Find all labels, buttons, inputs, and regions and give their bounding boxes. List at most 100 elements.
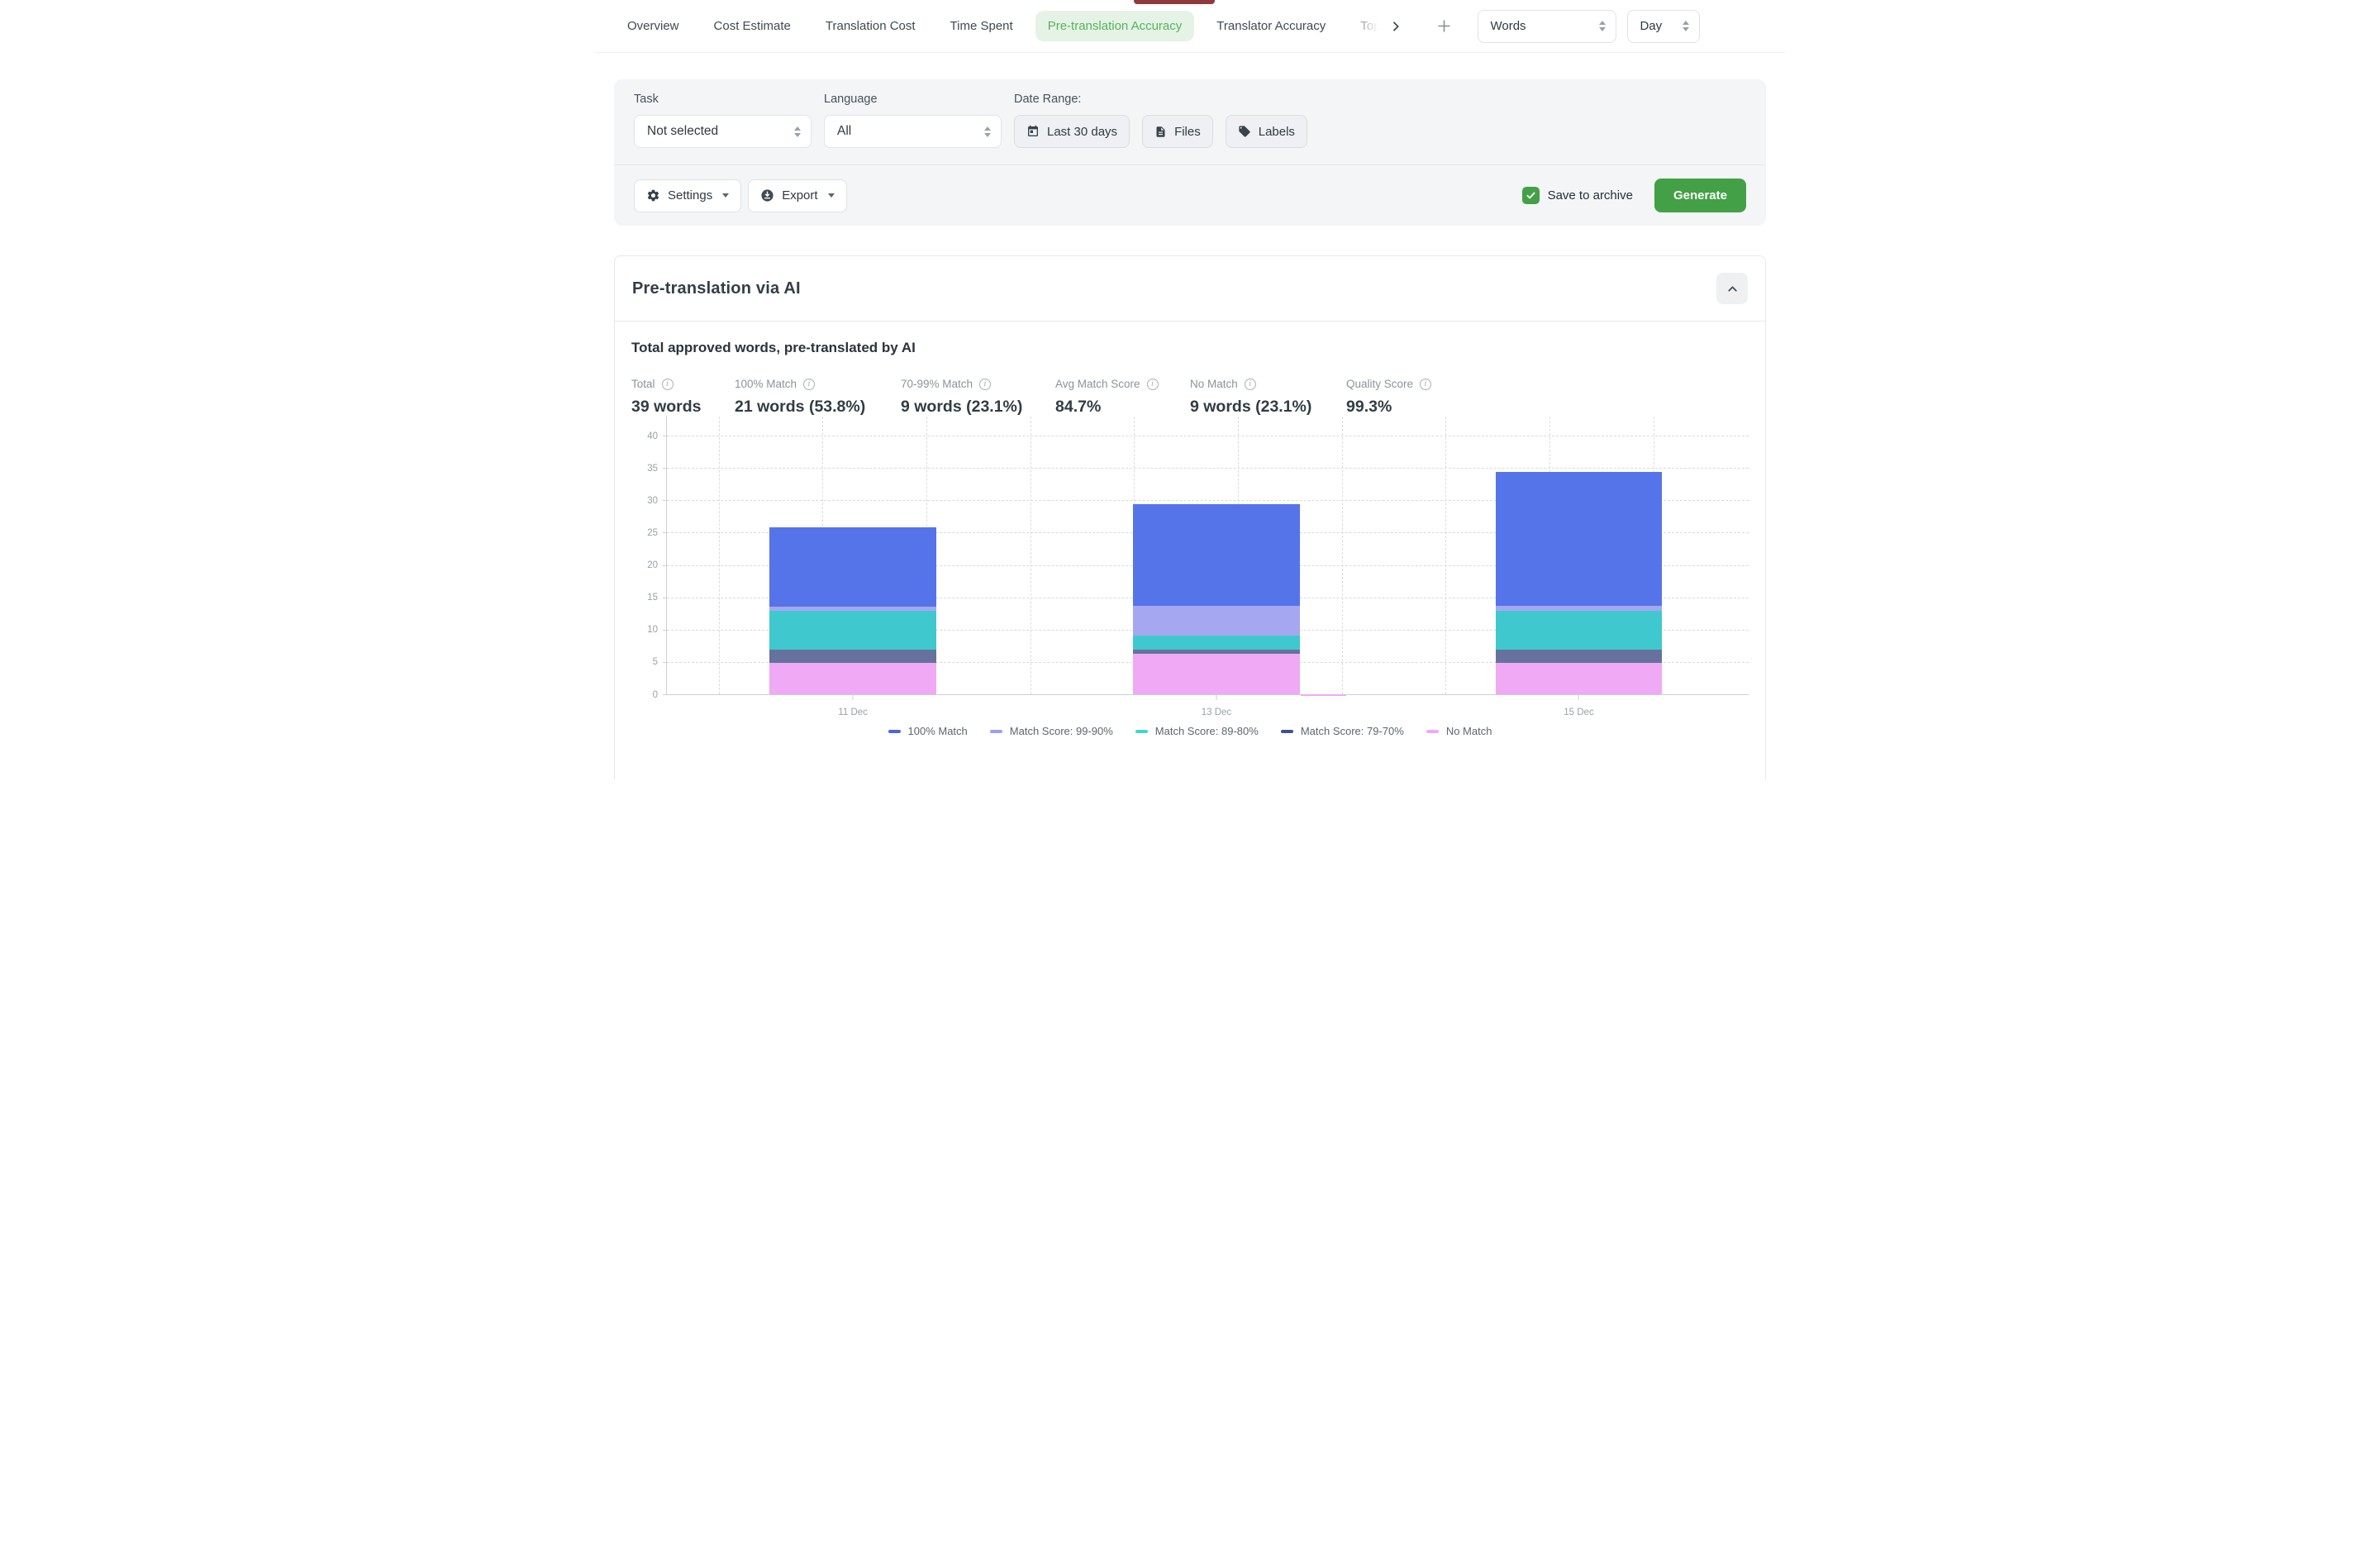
bar-11-dec[interactable]	[769, 436, 936, 695]
bar-segment-match-score-99-90	[1496, 606, 1663, 611]
stat-label: No Match	[1190, 378, 1238, 390]
settings-button[interactable]: Settings	[634, 179, 741, 212]
legend-label: No Match	[1446, 725, 1492, 737]
export-button[interactable]: Export	[748, 179, 846, 212]
chart-plot: 051015202530354011 Dec13 Dec15 Dec	[667, 436, 1749, 695]
y-axis-label: 40	[647, 431, 658, 441]
gear-icon	[646, 188, 660, 202]
legend-item-match-score-99-90[interactable]: Match Score: 99-90%	[990, 725, 1113, 737]
info-icon[interactable]: i	[662, 379, 674, 390]
bar-segment-match-score-89-80	[1133, 636, 1300, 650]
save-to-archive-checkbox[interactable]	[1522, 187, 1540, 204]
tab-overview[interactable]: Overview	[615, 11, 692, 41]
unit-select[interactable]: Words	[1478, 10, 1616, 43]
chart: 051015202530354011 Dec13 Dec15 Dec 100% …	[631, 436, 1749, 737]
gridline-v	[719, 417, 720, 694]
period-select[interactable]: Day	[1627, 10, 1700, 43]
calendar-icon	[1026, 125, 1040, 138]
generate-button[interactable]: Generate	[1654, 179, 1746, 212]
select-updown-icon	[794, 126, 801, 137]
legend-swatch	[888, 730, 901, 733]
language-label: Language	[824, 93, 1002, 106]
legend-label: Match Score: 79-70%	[1301, 725, 1404, 737]
pre-translation-panel: Pre-translation via AI Total approved wo…	[614, 255, 1766, 779]
y-axis-tick	[663, 630, 667, 631]
tab-translator-accuracy[interactable]: Translator Accuracy	[1204, 11, 1338, 41]
y-axis-label: 30	[647, 497, 658, 507]
legend-item-match-score-89-80[interactable]: Match Score: 89-80%	[1135, 725, 1259, 737]
chevron-right-icon	[1389, 20, 1402, 33]
x-axis-label: 11 Dec	[838, 708, 868, 717]
stat-label: Total	[631, 378, 655, 390]
bar-segment-100-match	[1133, 504, 1300, 606]
task-filter-group: Task Not selected	[634, 93, 812, 148]
bar-15-dec[interactable]	[1496, 436, 1663, 695]
language-select-value: All	[837, 124, 851, 139]
bar-segment-match-score-99-90	[769, 607, 936, 611]
actions-row: Settings Export Save to archive Generate	[614, 165, 1766, 226]
tabs-list: Overview Cost Estimate Translation Cost Tim…	[615, 11, 1382, 41]
panel-header: Pre-translation via AI	[615, 256, 1765, 322]
panel-title: Pre-translation via AI	[632, 279, 801, 298]
baseline-tiny-bar	[1301, 694, 1346, 696]
gridline-v	[1342, 417, 1343, 694]
y-axis-tick	[663, 532, 667, 533]
y-axis-label: 35	[647, 464, 658, 474]
y-axis-label: 10	[647, 626, 658, 636]
stat-value: 9 words (23.1%)	[1190, 398, 1346, 417]
tabs-scroll-next-button[interactable]	[1383, 14, 1408, 39]
stats-row: Totali39 words100% Matchi21 words (53.8%…	[631, 378, 1749, 417]
caret-down-icon	[722, 193, 729, 198]
download-circle-icon	[760, 188, 774, 202]
tab-cost-estimate[interactable]: Cost Estimate	[702, 11, 803, 41]
language-select[interactable]: All	[824, 115, 1002, 148]
date-range-button[interactable]: Last 30 days	[1014, 115, 1130, 148]
x-axis-label: 15 Dec	[1564, 708, 1593, 717]
collapse-panel-button[interactable]	[1716, 273, 1748, 304]
legend-item-match-score-79-70[interactable]: Match Score: 79-70%	[1281, 725, 1404, 737]
info-icon[interactable]: i	[1147, 379, 1159, 390]
task-select[interactable]: Not selected	[634, 115, 812, 148]
report-filters-card: Task Not selected Language All Date Rang…	[614, 79, 1766, 226]
info-icon[interactable]: i	[1420, 379, 1431, 390]
y-axis-label: 5	[653, 658, 658, 668]
bar-segment-match-score-79-70	[1133, 650, 1300, 654]
stat-quality-score: Quality Scorei99.3%	[1346, 378, 1431, 417]
info-icon[interactable]: i	[1245, 379, 1256, 390]
save-to-archive-label[interactable]: Save to archive	[1548, 188, 1633, 202]
task-select-value: Not selected	[647, 124, 718, 139]
labels-filter-button[interactable]: Labels	[1226, 115, 1307, 148]
info-icon[interactable]: i	[979, 379, 991, 390]
info-icon[interactable]: i	[803, 379, 815, 390]
tab-pre-translation-accuracy[interactable]: Pre-translation Accuracy	[1035, 11, 1195, 41]
x-axis-label: 13 Dec	[1202, 708, 1231, 717]
y-axis-tick	[663, 500, 667, 501]
files-label: Files	[1174, 125, 1201, 139]
bar-segment-100-match	[1496, 472, 1663, 606]
legend-item-no-match[interactable]: No Match	[1426, 725, 1492, 737]
stat-value: 9 words (23.1%)	[901, 398, 1055, 417]
select-updown-icon	[984, 126, 991, 137]
tab-top[interactable]: Top	[1348, 11, 1382, 41]
bar-segment-match-score-89-80	[1496, 611, 1663, 650]
add-report-tab-button[interactable]	[1431, 14, 1456, 39]
tag-icon	[1238, 125, 1251, 138]
y-axis-tick	[663, 468, 667, 469]
select-updown-icon	[1683, 21, 1689, 31]
stat-value: 21 words (53.8%)	[735, 398, 901, 417]
recording-indicator-bar	[1134, 0, 1215, 4]
stat-value: 39 words	[631, 398, 735, 417]
tab-translation-cost[interactable]: Translation Cost	[813, 11, 928, 41]
bar-segment-100-match	[769, 527, 936, 607]
stat-no-match: No Match i 9 words (23.1%)	[1190, 378, 1346, 417]
stat-70-99-match: 70-99% Matchi9 words (23.1%)	[901, 378, 1055, 417]
bar-segment-match-score-79-70	[1496, 650, 1663, 663]
bar-segment-no-match	[1133, 654, 1300, 695]
bar-13-dec[interactable]	[1133, 436, 1300, 695]
tab-time-spent[interactable]: Time Spent	[938, 11, 1026, 41]
file-icon	[1154, 126, 1167, 138]
files-filter-button[interactable]: Files	[1142, 115, 1213, 148]
legend-item-100-match[interactable]: 100% Match	[888, 725, 968, 737]
legend-swatch	[1135, 730, 1148, 733]
check-icon	[1526, 190, 1536, 201]
